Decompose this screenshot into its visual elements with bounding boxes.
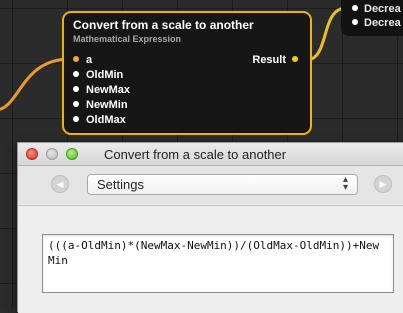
expression-field[interactable]: (((a-OldMin)*(NewMax-NewMin))/(OldMax-Ol… bbox=[42, 234, 394, 293]
port-dot-icon bbox=[292, 56, 298, 62]
window-title: Convert from a scale to another bbox=[104, 147, 287, 162]
node-editor-canvas[interactable]: Decrea Decrea Convert from a scale to an… bbox=[0, 0, 403, 313]
previous-button[interactable]: ◀ bbox=[51, 175, 69, 193]
expression-node[interactable]: Convert from a scale to another Mathemat… bbox=[62, 11, 312, 135]
input-port-newmin[interactable]: NewMin bbox=[73, 99, 128, 111]
input-port-oldmax[interactable]: OldMax bbox=[73, 114, 126, 126]
window-titlebar[interactable]: Convert from a scale to another bbox=[18, 143, 403, 166]
port-dot-icon bbox=[73, 101, 79, 107]
input-port-a[interactable]: a bbox=[73, 54, 92, 66]
side-port[interactable]: Decrea bbox=[352, 17, 403, 29]
port-dot-icon bbox=[73, 116, 79, 122]
output-port-result[interactable]: Result bbox=[252, 54, 298, 66]
settings-select[interactable]: Settings ▴ ▾ bbox=[87, 174, 358, 195]
wire-input-a bbox=[0, 57, 71, 111]
minimize-button[interactable] bbox=[46, 148, 58, 160]
port-dot-icon bbox=[73, 86, 79, 92]
zoom-button[interactable] bbox=[66, 148, 78, 160]
port-dot-icon bbox=[73, 56, 79, 62]
node-title: Convert from a scale to another bbox=[73, 18, 254, 32]
settings-select-label: Settings bbox=[97, 177, 144, 192]
port-dot-icon bbox=[73, 71, 79, 77]
chevron-left-icon: ◀ bbox=[56, 179, 64, 189]
node-subtitle: Mathematical Expression bbox=[73, 34, 182, 44]
next-button[interactable]: ▶ bbox=[374, 175, 392, 193]
input-port-oldmin[interactable]: OldMin bbox=[73, 69, 123, 81]
close-button[interactable] bbox=[26, 148, 38, 160]
port-dot-icon bbox=[352, 19, 358, 25]
window-toolbar: ◀ Settings ▴ ▾ ▶ bbox=[18, 166, 403, 204]
port-dot-icon bbox=[352, 5, 358, 11]
updown-arrows-icon: ▴ ▾ bbox=[342, 174, 348, 193]
chevron-right-icon: ▶ bbox=[379, 179, 387, 189]
partial-node-right[interactable]: Decrea Decrea bbox=[341, 0, 403, 36]
expression-text: (((a-OldMin)*(NewMax-NewMin))/(OldMax-Ol… bbox=[48, 239, 380, 267]
side-port[interactable]: Decrea bbox=[352, 3, 403, 15]
input-port-newmax[interactable]: NewMax bbox=[73, 84, 130, 96]
node-inspector-window: Convert from a scale to another ◀ Settin… bbox=[17, 142, 403, 313]
window-content: (((a-OldMin)*(NewMax-NewMin))/(OldMax-Ol… bbox=[18, 206, 403, 313]
